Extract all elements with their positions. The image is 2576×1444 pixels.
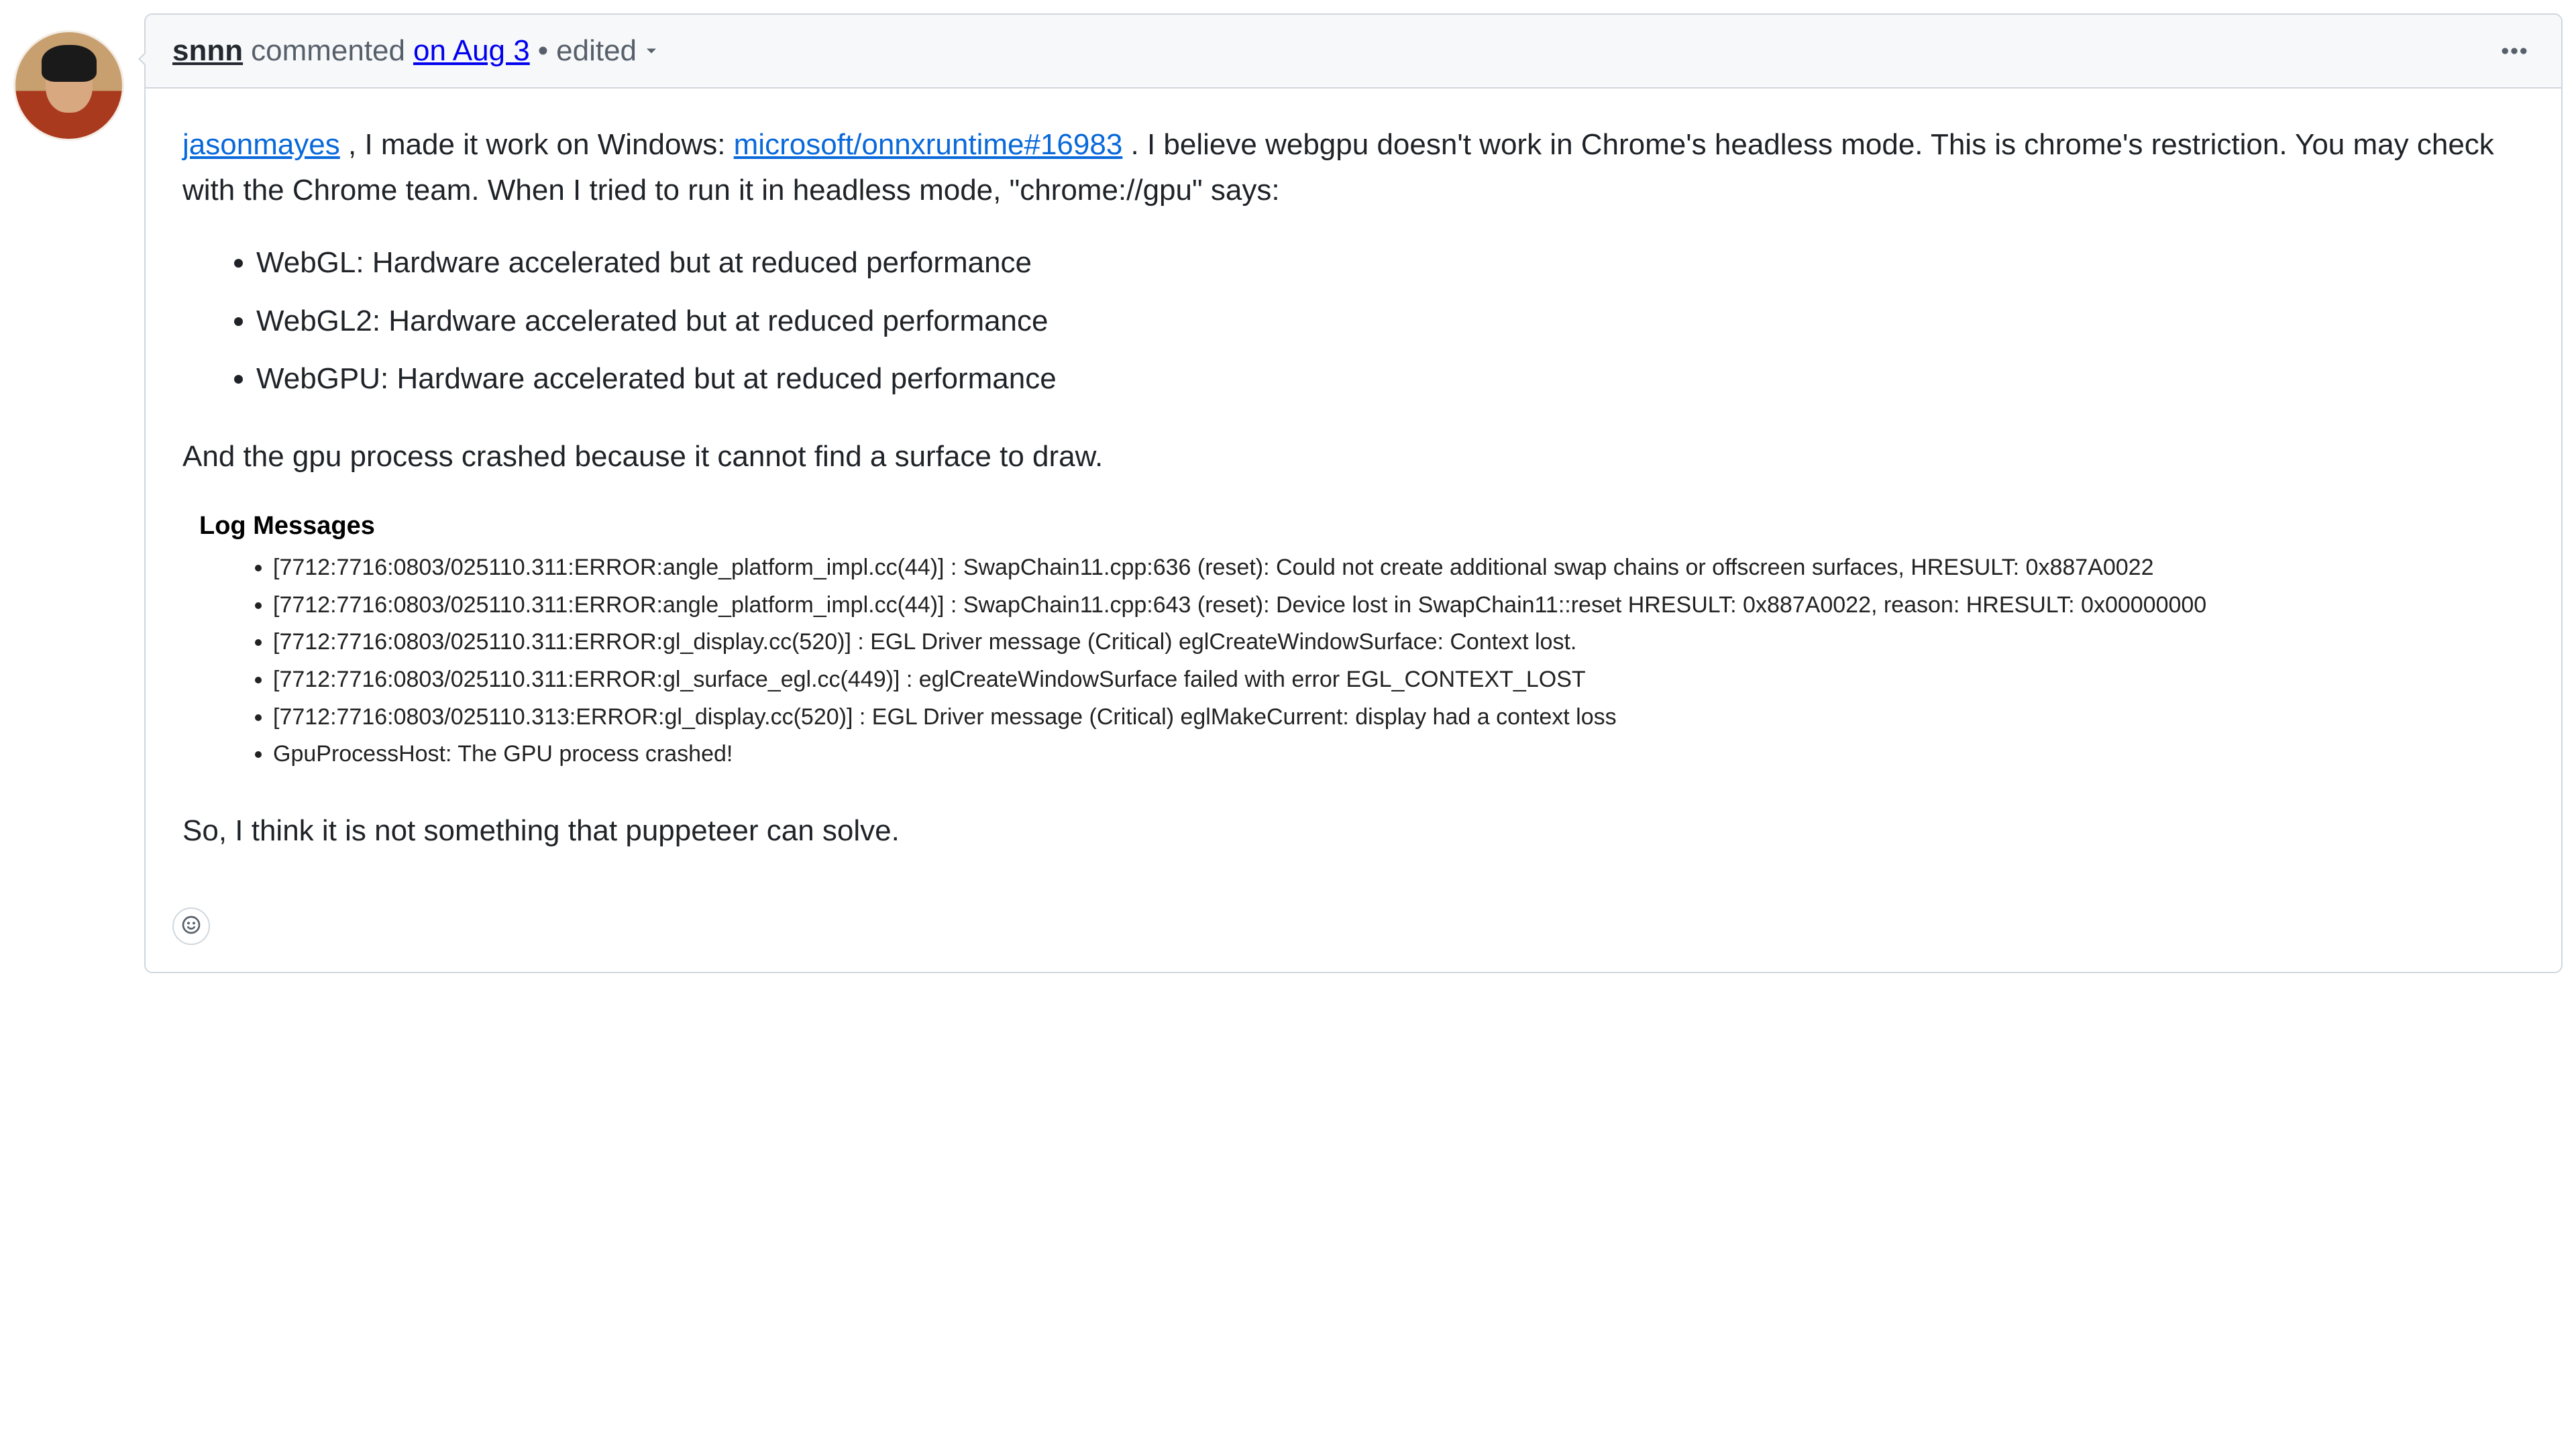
comment-box: snnn commented on Aug 3 • edited [144, 13, 2563, 973]
log-line: [7712:7716:0803/025110.313:ERROR:gl_disp… [273, 701, 2524, 734]
comment-action-prefix: commented [251, 34, 405, 68]
comment-author-link[interactable]: snnn [172, 34, 243, 68]
para1-seg1: , I made it work on Windows: [340, 128, 734, 161]
kebab-horizontal-icon [2500, 36, 2529, 66]
comment-paragraph-3: So, I think it is not something that pup… [182, 808, 2524, 854]
avatar[interactable] [13, 30, 124, 141]
comment-actions-menu-button[interactable] [2494, 31, 2534, 71]
comment-header-left: snnn commented on Aug 3 • edited [172, 34, 661, 68]
add-reaction-button[interactable] [172, 907, 210, 945]
issue-reference-link[interactable]: microsoft/onnxruntime#16983 [734, 128, 1123, 161]
list-item: WebGPU: Hardware accelerated but at redu… [256, 356, 2524, 402]
comment-body: jasonmayes , I made it work on Windows: … [146, 89, 2561, 907]
list-item: WebGL2: Hardware accelerated but at redu… [256, 298, 2524, 344]
log-messages-list: [7712:7716:0803/025110.311:ERROR:angle_p… [199, 551, 2524, 771]
reaction-bar [146, 907, 2561, 972]
log-line: [7712:7716:0803/025110.311:ERROR:angle_p… [273, 551, 2524, 585]
log-line: GpuProcessHost: The GPU process crashed! [273, 738, 2524, 771]
edited-history-button[interactable]: edited [556, 34, 661, 68]
comment-paragraph-1: jasonmayes , I made it work on Windows: … [182, 122, 2524, 213]
log-messages-block: Log Messages [7712:7716:0803/025110.311:… [199, 506, 2524, 771]
comment-paragraph-2: And the gpu process crashed because it c… [182, 434, 2524, 480]
comment-timestamp-link[interactable]: on Aug 3 [413, 34, 530, 68]
user-mention-link[interactable]: jasonmayes [182, 128, 340, 161]
header-separator: • [538, 34, 548, 68]
edited-label: edited [556, 34, 637, 68]
comment-header: snnn commented on Aug 3 • edited [146, 15, 2561, 89]
gpu-status-list: WebGL: Hardware accelerated but at reduc… [182, 240, 2524, 402]
log-line: [7712:7716:0803/025110.311:ERROR:angle_p… [273, 589, 2524, 622]
comment-wrapper: snnn commented on Aug 3 • edited [13, 13, 2563, 973]
smiley-icon [180, 914, 202, 938]
log-line: [7712:7716:0803/025110.311:ERROR:gl_surf… [273, 663, 2524, 697]
caret-down-icon [642, 34, 661, 68]
list-item: WebGL: Hardware accelerated but at reduc… [256, 240, 2524, 286]
log-line: [7712:7716:0803/025110.311:ERROR:gl_disp… [273, 626, 2524, 659]
log-messages-title: Log Messages [199, 506, 2524, 546]
